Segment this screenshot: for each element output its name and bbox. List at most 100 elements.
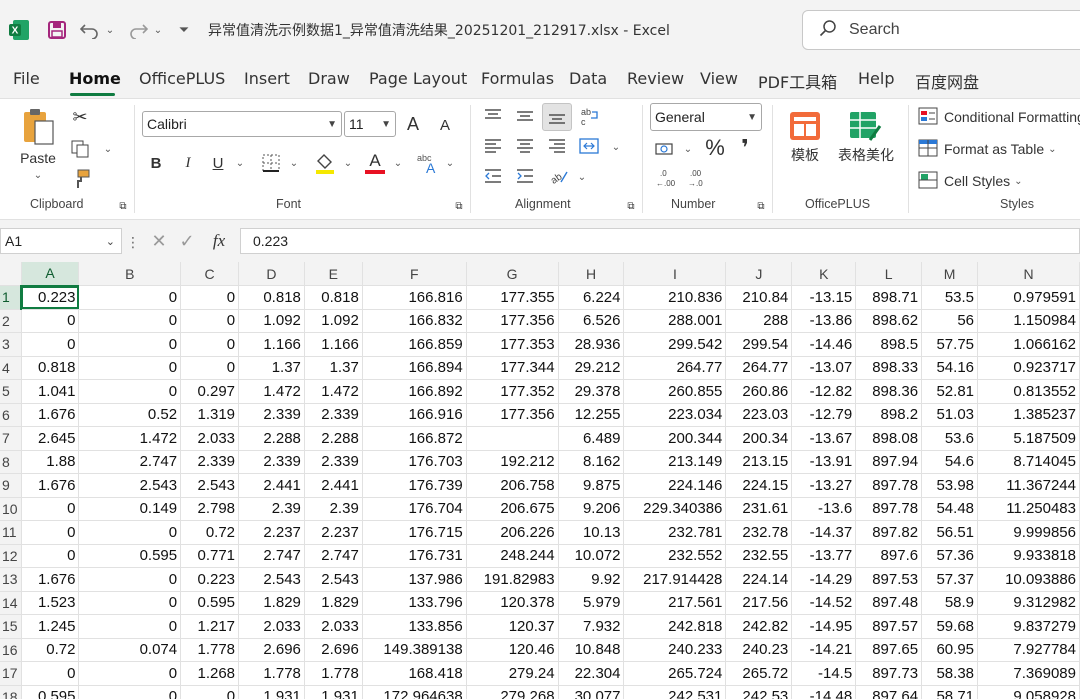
cell-l2[interactable]: 898.62	[855, 309, 923, 333]
cell-e12[interactable]: 2.747	[304, 544, 363, 568]
customize-toolbar-icon[interactable]: ⏷	[174, 16, 194, 44]
cell-n17[interactable]: 7.369089	[977, 661, 1080, 686]
font-color-button[interactable]: A	[362, 149, 388, 177]
cell-e5[interactable]: 1.472	[304, 379, 363, 404]
cell-m8[interactable]: 54.6	[921, 450, 979, 474]
row-header[interactable]: 13	[0, 567, 22, 592]
cell-b14[interactable]: 0	[78, 591, 182, 615]
cell-i3[interactable]: 299.542	[623, 332, 727, 357]
cell-b11[interactable]: 0	[78, 520, 182, 545]
cell-f17[interactable]: 168.418	[362, 661, 467, 686]
cell-h16[interactable]: 10.848	[558, 638, 625, 662]
tab-formulas[interactable]: Formulas	[481, 69, 554, 88]
cell-l9[interactable]: 897.78	[855, 473, 923, 498]
cell-i8[interactable]: 213.149	[623, 450, 727, 474]
cell-l7[interactable]: 898.08	[855, 426, 923, 451]
cell-d4[interactable]: 1.37	[238, 356, 305, 380]
cell-k18[interactable]: -14.48	[791, 685, 857, 699]
cell-m4[interactable]: 54.16	[921, 356, 979, 380]
row-header[interactable]: 12	[0, 544, 22, 568]
cell-i16[interactable]: 240.233	[623, 638, 727, 662]
cell-i5[interactable]: 260.855	[623, 379, 727, 404]
table-beautify-icon[interactable]	[846, 107, 884, 145]
column-header-h[interactable]: H	[558, 262, 625, 286]
cell-a12[interactable]: 0	[21, 544, 80, 568]
row-header[interactable]: 16	[0, 638, 22, 662]
cell-c8[interactable]: 2.339	[180, 450, 240, 474]
cell-g4[interactable]: 177.344	[466, 356, 559, 380]
align-middle-icon[interactable]	[512, 105, 538, 127]
tab-home[interactable]: Home	[69, 69, 121, 88]
cell-k9[interactable]: -13.27	[791, 473, 857, 498]
cell-d14[interactable]: 1.829	[238, 591, 305, 615]
cell-g5[interactable]: 177.352	[466, 379, 559, 404]
cell-d16[interactable]: 2.696	[238, 638, 305, 662]
cell-a7[interactable]: 2.645	[21, 426, 80, 451]
cell-h5[interactable]: 29.378	[558, 379, 625, 404]
cell-c3[interactable]: 0	[180, 332, 240, 357]
cell-h8[interactable]: 8.162	[558, 450, 625, 474]
cell-j15[interactable]: 242.82	[725, 614, 793, 639]
copy-dropdown-icon[interactable]: ⌄	[102, 142, 114, 156]
cell-a18[interactable]: 0.595	[21, 685, 80, 699]
cell-l5[interactable]: 898.36	[855, 379, 923, 404]
cell-c15[interactable]: 1.217	[180, 614, 240, 639]
cell-l14[interactable]: 897.48	[855, 591, 923, 615]
select-all-corner[interactable]	[0, 262, 22, 286]
tab-draw[interactable]: Draw	[308, 69, 350, 88]
cell-b4[interactable]: 0	[78, 356, 182, 380]
cell-g12[interactable]: 248.244	[466, 544, 559, 568]
row-header[interactable]: 5	[0, 379, 22, 404]
cell-j1[interactable]: 210.84	[725, 285, 793, 310]
cell-e3[interactable]: 1.166	[304, 332, 363, 357]
cell-g8[interactable]: 192.212	[466, 450, 559, 474]
cell-c10[interactable]: 2.798	[180, 497, 240, 521]
row-header[interactable]: 8	[0, 450, 22, 474]
cell-j6[interactable]: 223.03	[725, 403, 793, 427]
cell-n15[interactable]: 9.837279	[977, 614, 1080, 639]
tab-officeplus[interactable]: OfficePLUS	[139, 69, 225, 88]
undo-dropdown-icon[interactable]: ⌄	[104, 16, 116, 44]
cell-m17[interactable]: 58.38	[921, 661, 979, 686]
tab-file[interactable]: File	[13, 69, 40, 88]
underline-dropdown-icon[interactable]: ⌄	[234, 155, 246, 171]
cell-h7[interactable]: 6.489	[558, 426, 625, 451]
cell-b15[interactable]: 0	[78, 614, 182, 639]
cell-e4[interactable]: 1.37	[304, 356, 363, 380]
cell-a4[interactable]: 0.818	[21, 356, 80, 380]
tab-insert[interactable]: Insert	[244, 69, 290, 88]
cell-m9[interactable]: 53.98	[921, 473, 979, 498]
percent-style-button[interactable]: %	[702, 135, 728, 161]
cell-b8[interactable]: 2.747	[78, 450, 182, 474]
cell-k8[interactable]: -13.91	[791, 450, 857, 474]
cancel-icon[interactable]: ✕	[148, 230, 170, 252]
cell-m11[interactable]: 56.51	[921, 520, 979, 545]
cell-i14[interactable]: 217.561	[623, 591, 727, 615]
increase-decimal-icon[interactable]: .0 ←.00	[652, 165, 680, 191]
row-header[interactable]: 18	[0, 685, 22, 699]
alignment-launcher-icon[interactable]: ⧉	[624, 199, 638, 213]
cell-b13[interactable]: 0	[78, 567, 182, 592]
accounting-dropdown-icon[interactable]: ⌄	[682, 141, 694, 157]
cell-m12[interactable]: 57.36	[921, 544, 979, 568]
cell-d12[interactable]: 2.747	[238, 544, 305, 568]
cell-e6[interactable]: 2.339	[304, 403, 363, 427]
cell-n9[interactable]: 11.367244	[977, 473, 1080, 498]
cell-f14[interactable]: 133.796	[362, 591, 467, 615]
accounting-format-icon[interactable]	[652, 137, 678, 161]
cell-d8[interactable]: 2.339	[238, 450, 305, 474]
cell-f18[interactable]: 172.964638	[362, 685, 467, 699]
column-header-m[interactable]: M	[921, 262, 979, 286]
undo-icon[interactable]	[78, 16, 102, 44]
cell-k15[interactable]: -14.95	[791, 614, 857, 639]
cell-g17[interactable]: 279.24	[466, 661, 559, 686]
cell-l11[interactable]: 897.82	[855, 520, 923, 545]
row-header[interactable]: 15	[0, 614, 22, 639]
cell-b16[interactable]: 0.074	[78, 638, 182, 662]
number-launcher-icon[interactable]: ⧉	[754, 199, 768, 213]
cell-e8[interactable]: 2.339	[304, 450, 363, 474]
cell-k5[interactable]: -12.82	[791, 379, 857, 404]
cell-c13[interactable]: 0.223	[180, 567, 240, 592]
cell-i11[interactable]: 232.781	[623, 520, 727, 545]
cell-l1[interactable]: 898.71	[855, 285, 923, 310]
